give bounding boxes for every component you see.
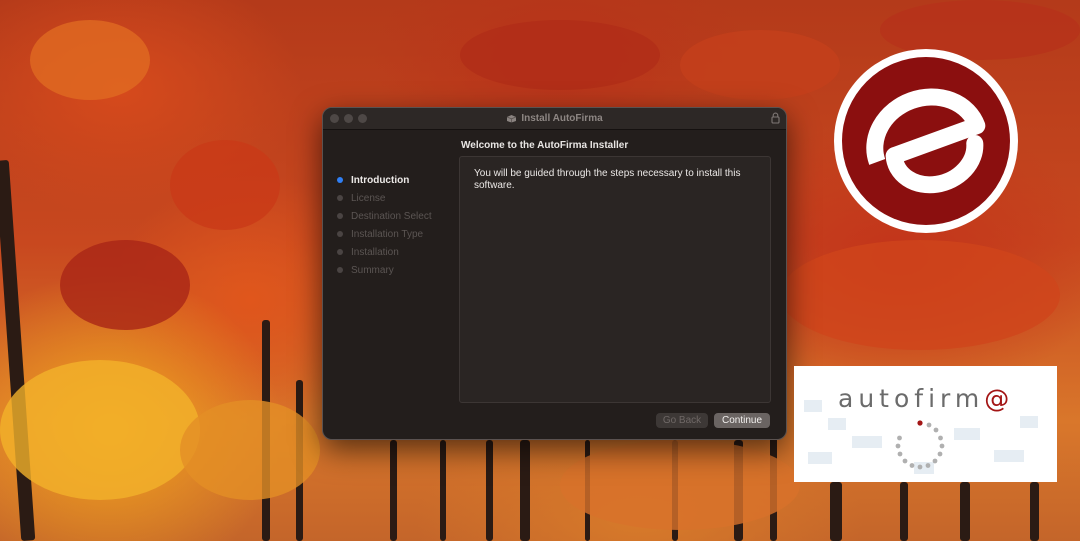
continue-button[interactable]: Continue (714, 413, 770, 428)
decorative-tile (828, 418, 846, 430)
tree-trunk (960, 482, 970, 541)
intro-text: You will be guided through the steps nec… (474, 168, 741, 191)
tree-trunk (900, 482, 908, 541)
tree-trunk (486, 440, 493, 541)
decorative-tile (804, 400, 822, 412)
foliage (460, 20, 660, 90)
decorative-tile (852, 436, 882, 448)
tree-trunk (1030, 482, 1039, 541)
step-destination-select: Destination Select (337, 207, 457, 225)
step-label: Introduction (351, 174, 410, 186)
step-label: Installation (351, 246, 399, 258)
step-label: Installation Type (351, 228, 424, 240)
page-heading: Welcome to the AutoFirma Installer (461, 140, 629, 151)
loading-spinner-icon (895, 420, 945, 470)
step-indicator-dot (337, 267, 343, 273)
lock-icon (771, 112, 780, 124)
foliage (0, 360, 200, 500)
foliage (60, 240, 190, 330)
tree-trunk (390, 440, 397, 541)
decorative-tile (1020, 416, 1038, 428)
foliage (780, 240, 1060, 350)
decorative-tile (954, 428, 980, 440)
steps-sidebar: Introduction License Destination Select … (337, 171, 457, 279)
installer-window: Install AutoFirma Welcome to the AutoFir… (322, 107, 787, 440)
step-summary: Summary (337, 261, 457, 279)
autofirma-at-symbol: @ (984, 384, 1015, 413)
desktop-wallpaper: Install AutoFirma Welcome to the AutoFir… (0, 0, 1080, 541)
foliage (680, 30, 840, 100)
step-indicator-dot (337, 195, 343, 201)
step-indicator-dot (337, 249, 343, 255)
foliage (560, 440, 800, 530)
tree-trunk (520, 440, 530, 541)
tree-trunk (830, 482, 842, 541)
foliage (170, 140, 280, 230)
step-label: Destination Select (351, 210, 432, 222)
decorative-tile (808, 452, 832, 464)
step-introduction: Introduction (337, 171, 457, 189)
go-back-button[interactable]: Go Back (656, 413, 708, 428)
step-indicator-dot (337, 177, 343, 183)
foliage (30, 20, 150, 100)
autofirma-logo-card: autofirm@ (794, 366, 1057, 482)
step-indicator-dot (337, 231, 343, 237)
step-installation-type: Installation Type (337, 225, 457, 243)
tree-trunk (440, 440, 446, 541)
step-label: Summary (351, 264, 394, 276)
tree-trunk (0, 159, 36, 541)
window-title: Install AutoFirma (521, 113, 603, 124)
content-panel: You will be guided through the steps nec… (459, 156, 771, 403)
title-bar[interactable]: Install AutoFirma (323, 108, 786, 130)
decorative-tile (994, 450, 1024, 462)
package-icon (507, 115, 517, 123)
step-label: License (351, 192, 386, 204)
foliage (180, 400, 320, 500)
e-logo (834, 49, 1018, 233)
step-installation: Installation (337, 243, 457, 261)
autofirma-wordmark: autofirm@ (838, 384, 1015, 413)
step-license: License (337, 189, 457, 207)
step-indicator-dot (337, 213, 343, 219)
